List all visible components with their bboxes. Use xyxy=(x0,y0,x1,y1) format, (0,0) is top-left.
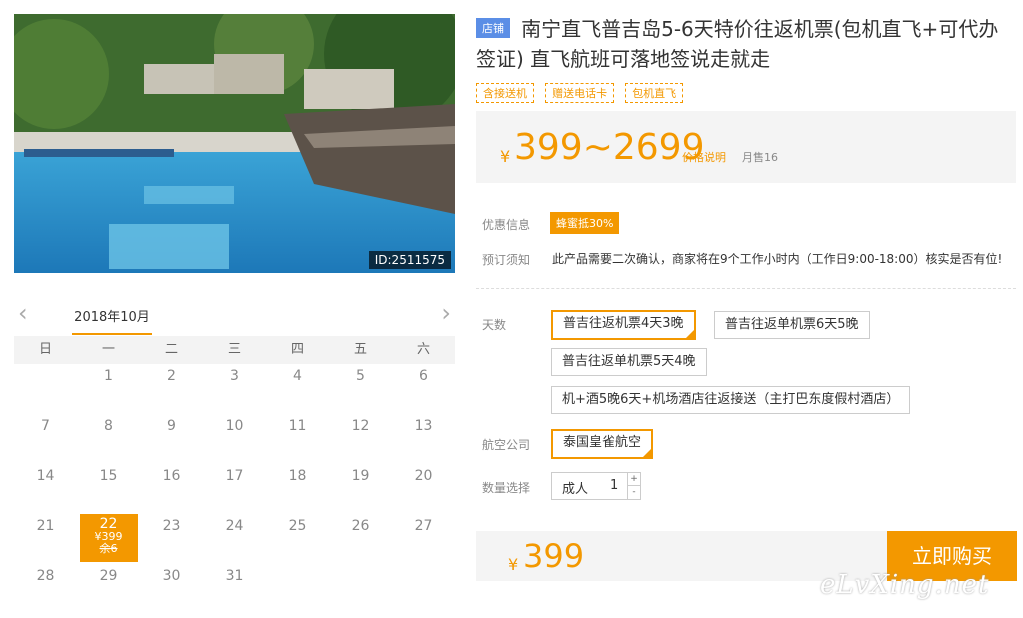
calendar-day[interactable]: 20 xyxy=(392,464,455,514)
price-explanation-link[interactable]: 价格说明 xyxy=(682,149,726,165)
selected-day-box[interactable]: 22 ¥399 余6 xyxy=(79,514,138,562)
calendar-day[interactable]: 11 xyxy=(266,414,329,464)
calendar-day[interactable]: 12 xyxy=(329,414,392,464)
quantity-label: 数量选择 xyxy=(482,481,531,495)
weekday-label: 一 xyxy=(101,342,115,357)
calendar-day[interactable]: 28 xyxy=(14,564,77,614)
calendar-day[interactable]: 18 xyxy=(266,464,329,514)
calendar-day[interactable]: 1 xyxy=(77,364,140,414)
calendar-day[interactable]: 25 xyxy=(266,514,329,564)
promo-label: 优惠信息 xyxy=(482,218,531,232)
weekday-label: 四 xyxy=(290,342,304,357)
shop-tag: 店铺 xyxy=(476,18,510,38)
calendar-day-empty xyxy=(14,364,77,414)
weekday-row: 日一二三四五六 xyxy=(14,336,455,364)
calendar-day[interactable]: 17 xyxy=(203,464,266,514)
feature-tag: 赠送电话卡 xyxy=(545,83,615,103)
calendar-day[interactable]: 4 xyxy=(266,364,329,414)
calendar-day[interactable]: 14 xyxy=(14,464,77,514)
calendar-day[interactable]: 9 xyxy=(140,414,203,464)
days-option-selected[interactable]: 普吉往返机票4天3晚 xyxy=(551,310,696,340)
calendar-day-selected[interactable]: 22 ¥399 余6 xyxy=(77,514,140,564)
calendar-day[interactable]: 31 xyxy=(203,564,266,614)
calendar-day[interactable]: 13 xyxy=(392,414,455,464)
quantity-type: 成人 xyxy=(562,482,589,497)
quantity-stepper: 成人 1 + - xyxy=(551,472,641,500)
calendar-day[interactable]: 8 xyxy=(77,414,140,464)
divider xyxy=(476,288,1016,289)
date-calendar: ‹ 2018年10月 › 日一二三四五六 1 2 3 4 5 6 7 8 9 10 11 12 13 14… xyxy=(14,296,455,614)
calendar-day[interactable]: 26 xyxy=(329,514,392,564)
calendar-header: ‹ 2018年10月 › xyxy=(14,296,455,336)
price-currency: ¥ xyxy=(500,147,511,166)
weekday-label: 二 xyxy=(164,342,178,357)
product-title: 南宁直飞普吉岛5-6天特价往返机票(包机直飞+可代办签证) 直飞航班可落地签说走… xyxy=(476,17,999,71)
calendar-day[interactable]: 23 xyxy=(140,514,203,564)
calendar-day[interactable]: 27 xyxy=(392,514,455,564)
watermark: eLvXing.net xyxy=(820,570,990,600)
selected-day-stock: 余6 xyxy=(99,542,118,555)
selected-day-number: 22 xyxy=(99,516,118,532)
photo-id-label: ID:2511575 xyxy=(368,251,451,269)
calendar-grid: 1 2 3 4 5 6 7 8 9 10 11 12 13 14 15 16 17 18 19 20 21 22 ¥399 余… xyxy=(14,364,455,614)
product-title-block: 店铺 南宁直飞普吉岛5-6天特价往返机票(包机直飞+可代办签证) 直飞航班可落地… xyxy=(476,14,1016,74)
total-currency: ¥ xyxy=(508,555,519,574)
calendar-day[interactable]: 24 xyxy=(203,514,266,564)
calendar-day[interactable]: 3 xyxy=(203,364,266,414)
feature-tag: 含接送机 xyxy=(476,83,534,103)
price-box: ¥ 399~2699 价格说明 月售16 xyxy=(476,111,1016,183)
calendar-day[interactable]: 30 xyxy=(140,564,203,614)
calendar-day[interactable]: 19 xyxy=(329,464,392,514)
days-option[interactable]: 机+酒5晚6天+机场酒店往返接送（主打巴东度假村酒店） xyxy=(551,386,911,414)
days-option[interactable]: 普吉往返单机票6天5晚 xyxy=(714,311,870,339)
weekday-label: 六 xyxy=(416,342,430,357)
weekday-label: 五 xyxy=(353,342,367,357)
weekday-label: 三 xyxy=(227,342,241,357)
calendar-day[interactable]: 15 xyxy=(77,464,140,514)
airline-option-selected[interactable]: 泰国皇雀航空 xyxy=(551,429,654,459)
monthly-sales: 月售16 xyxy=(742,151,778,164)
calendar-day[interactable]: 29 xyxy=(77,564,140,614)
minus-button[interactable]: - xyxy=(628,486,640,498)
total-price: 399 xyxy=(523,537,585,575)
calendar-day[interactable]: 10 xyxy=(203,414,266,464)
days-label: 天数 xyxy=(482,318,507,332)
hotel-photo: ID:2511575 xyxy=(14,14,455,273)
calendar-month: 2018年10月 xyxy=(72,306,152,335)
calendar-day[interactable]: 16 xyxy=(140,464,203,514)
days-option[interactable]: 普吉往返单机票5天4晚 xyxy=(551,348,707,376)
quantity-value[interactable]: 1 xyxy=(610,478,618,493)
feature-tag: 包机直飞 xyxy=(625,83,684,103)
plus-button[interactable]: + xyxy=(628,473,640,486)
calendar-day[interactable]: 6 xyxy=(392,364,455,414)
calendar-day[interactable]: 5 xyxy=(329,364,392,414)
weekday-label: 日 xyxy=(38,342,52,357)
airline-label: 航空公司 xyxy=(482,438,531,452)
price-range: 399~2699 xyxy=(514,127,705,168)
notice-text: 此产品需要二次确认，商家将在9个工作小时内（工作日9:00-18:00）核实是否… xyxy=(552,252,1003,266)
calendar-day[interactable]: 2 xyxy=(140,364,203,414)
quantity-buttons: + - xyxy=(627,473,640,499)
calendar-day[interactable]: 21 xyxy=(14,514,77,564)
chevron-right-icon[interactable]: › xyxy=(441,301,451,325)
feature-tags: 含接送机 赠送电话卡 包机直飞 xyxy=(476,82,689,103)
chevron-left-icon[interactable]: ‹ xyxy=(18,301,28,325)
notice-label: 预订须知 xyxy=(482,253,531,267)
promo-badge: 蜂蜜抵30% xyxy=(550,212,620,234)
calendar-day[interactable]: 7 xyxy=(14,414,77,464)
